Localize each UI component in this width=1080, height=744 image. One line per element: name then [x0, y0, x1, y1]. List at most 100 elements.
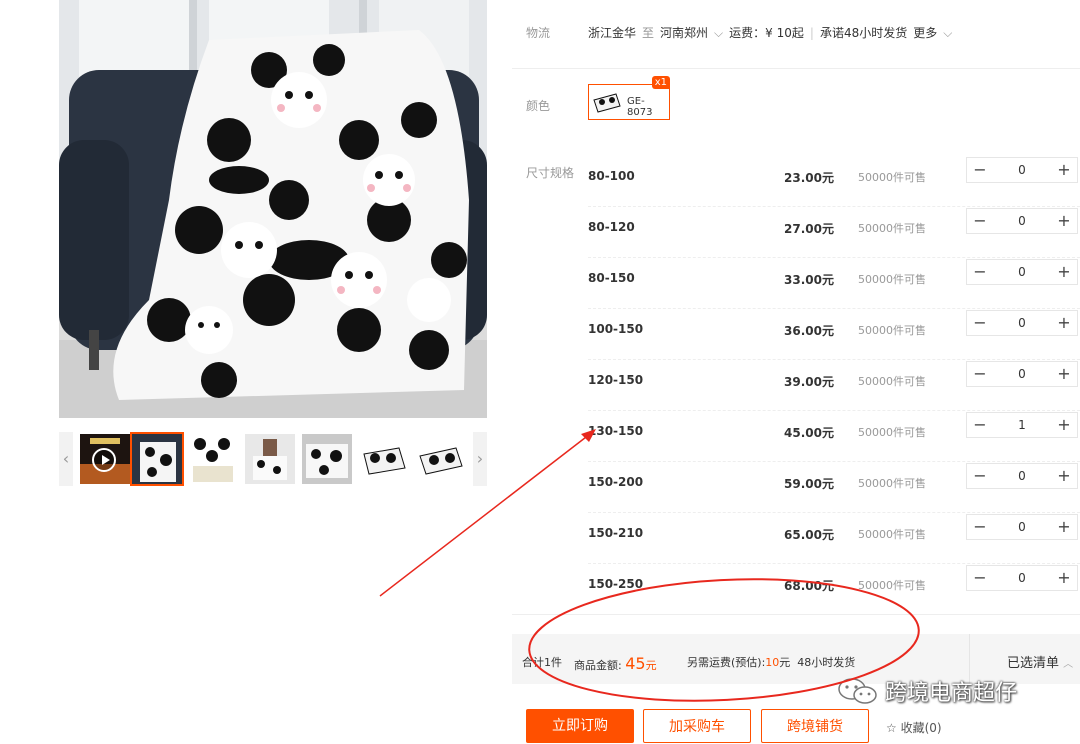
quantity-input[interactable]: 0 [993, 566, 1051, 590]
decrease-button[interactable]: − [967, 311, 993, 335]
decrease-button[interactable]: − [967, 515, 993, 539]
sku-stock: 50000件可售 [858, 477, 926, 490]
quantity-input[interactable]: 0 [993, 209, 1051, 233]
size-label: 尺寸规格 [526, 166, 575, 180]
quantity-input[interactable]: 0 [993, 260, 1051, 284]
destination-select[interactable]: 河南郑州 [660, 26, 708, 40]
shipping-value: 10 [765, 656, 780, 669]
to-text: 至 [642, 26, 655, 40]
shipping-summary: 另需运费(预估):10元 48小时发货 [687, 654, 855, 670]
decrease-button[interactable]: − [967, 464, 993, 488]
thumbnail-4[interactable] [302, 434, 352, 484]
thumbnail-video[interactable] [80, 434, 130, 484]
watermark-text: 跨境电商超仔 [885, 681, 1018, 706]
sku-price: 59.00元 [784, 477, 834, 491]
product-photo-blanket [59, 0, 487, 418]
wechat-logo-icon [838, 678, 877, 704]
section-divider [512, 68, 1080, 69]
sku-row: 80-100 23.00元 50000件可售 − 0 + [588, 157, 1080, 208]
sku-stock: 50000件可售 [858, 426, 926, 439]
thumbnail-next-button[interactable]: › [473, 432, 487, 486]
thumbnail-6-image [416, 434, 466, 484]
quantity-stepper: − 0 + [966, 157, 1078, 183]
increase-button[interactable]: + [1051, 209, 1077, 233]
quantity-input[interactable]: 0 [993, 311, 1051, 335]
thumbnail-4-image [302, 434, 352, 484]
decrease-button[interactable]: − [967, 362, 993, 386]
shipping-fee-text: 运费：¥ 10起 [729, 26, 804, 40]
origin-text: 浙江金华 [588, 26, 637, 40]
increase-button[interactable]: + [1051, 464, 1077, 488]
quantity-stepper: − 0 + [966, 208, 1078, 234]
total-count: 合计1件 [522, 656, 562, 669]
shipping-promise-text: 承诺48小时发货 [819, 26, 908, 40]
decrease-button[interactable]: − [967, 566, 993, 590]
chevron-down-icon[interactable]: ⌵ [714, 26, 723, 40]
sku-row: 80-150 33.00元 50000件可售 − 0 + [588, 259, 1080, 310]
more-link[interactable]: 更多 [913, 26, 937, 40]
sku-row: 80-120 27.00元 50000件可售 − 0 + [588, 208, 1080, 259]
thumbnail-5[interactable] [359, 434, 409, 484]
selected-list-toggle[interactable]: 已选清单 ︿ [1007, 652, 1073, 671]
thumbnail-3[interactable] [245, 434, 295, 484]
quantity-stepper: − 0 + [966, 565, 1078, 591]
decrease-button[interactable]: − [967, 158, 993, 182]
selected-list-label: 已选清单 [1007, 656, 1060, 671]
increase-button[interactable]: + [1051, 158, 1077, 182]
quantity-input[interactable]: 0 [993, 158, 1051, 182]
thumbnail-prev-button[interactable]: ‹ [59, 432, 73, 486]
sku-name: 120-150 [588, 373, 644, 387]
quantity-stepper: − 0 + [966, 463, 1078, 489]
decrease-button[interactable]: − [967, 413, 993, 437]
sku-row: 100-150 36.00元 50000件可售 − 0 + [588, 310, 1080, 361]
sku-row: 150-250 68.00元 50000件可售 − 0 + [588, 565, 1080, 616]
increase-button[interactable]: + [1051, 515, 1077, 539]
sku-name: 150-210 [588, 526, 644, 540]
color-option-ge-8073[interactable]: GE-8073 x1 [588, 76, 670, 120]
sku-row: 120-150 39.00元 50000件可售 − 0 + [588, 361, 1080, 412]
increase-button[interactable]: + [1051, 362, 1077, 386]
quantity-stepper: − 0 + [966, 514, 1078, 540]
thumbnail-6[interactable] [416, 434, 466, 484]
decrease-button[interactable]: − [967, 209, 993, 233]
sku-stock: 50000件可售 [858, 579, 926, 592]
favorite-button[interactable]: ☆ 收藏(0) [886, 719, 942, 736]
play-icon [92, 448, 116, 472]
product-main-image[interactable] [59, 0, 487, 418]
quantity-stepper: − 0 + [966, 259, 1078, 285]
thumbnail-1[interactable] [130, 432, 184, 486]
quantity-input[interactable]: 0 [993, 515, 1051, 539]
logistics-row: 浙江金华至河南郑州 ⌵ 运费：¥ 10起 | 承诺48小时发货 更多 ⌵ [588, 24, 958, 41]
sku-stock: 50000件可售 [858, 222, 926, 235]
sku-stock: 50000件可售 [858, 324, 926, 337]
decrease-button[interactable]: − [967, 260, 993, 284]
amount-value: 45 [625, 654, 646, 673]
thumbnail-2[interactable] [188, 434, 238, 484]
shipping-unit: 元 [779, 656, 791, 669]
quantity-input[interactable]: 0 [993, 362, 1051, 386]
sku-name: 80-150 [588, 271, 635, 285]
divider: | [809, 26, 814, 40]
sku-price: 27.00元 [784, 222, 834, 236]
sku-stock: 50000件可售 [858, 528, 926, 541]
quantity-stepper: − 1 + [966, 412, 1078, 438]
sku-name: 130-150 [588, 424, 644, 438]
thumbnail-3-image [245, 434, 295, 484]
section-divider [512, 614, 1080, 615]
amount-unit: 元 [645, 659, 657, 672]
selected-count-badge: x1 [651, 76, 670, 89]
sku-name: 100-150 [588, 322, 644, 336]
increase-button[interactable]: + [1051, 260, 1077, 284]
quantity-input[interactable]: 1 [993, 413, 1051, 437]
increase-button[interactable]: + [1051, 566, 1077, 590]
sku-price: 68.00元 [784, 579, 834, 593]
more-chevron-icon[interactable]: ⌵ [943, 26, 952, 40]
quantity-stepper: − 0 + [966, 310, 1078, 336]
sku-stock: 50000件可售 [858, 273, 926, 286]
quantity-input[interactable]: 0 [993, 464, 1051, 488]
increase-button[interactable]: + [1051, 311, 1077, 335]
sku-row: 150-210 65.00元 50000件可售 − 0 + [588, 514, 1080, 565]
sku-price: 36.00元 [784, 324, 834, 338]
increase-button[interactable]: + [1051, 413, 1077, 437]
logistics-label: 物流 [526, 26, 551, 40]
